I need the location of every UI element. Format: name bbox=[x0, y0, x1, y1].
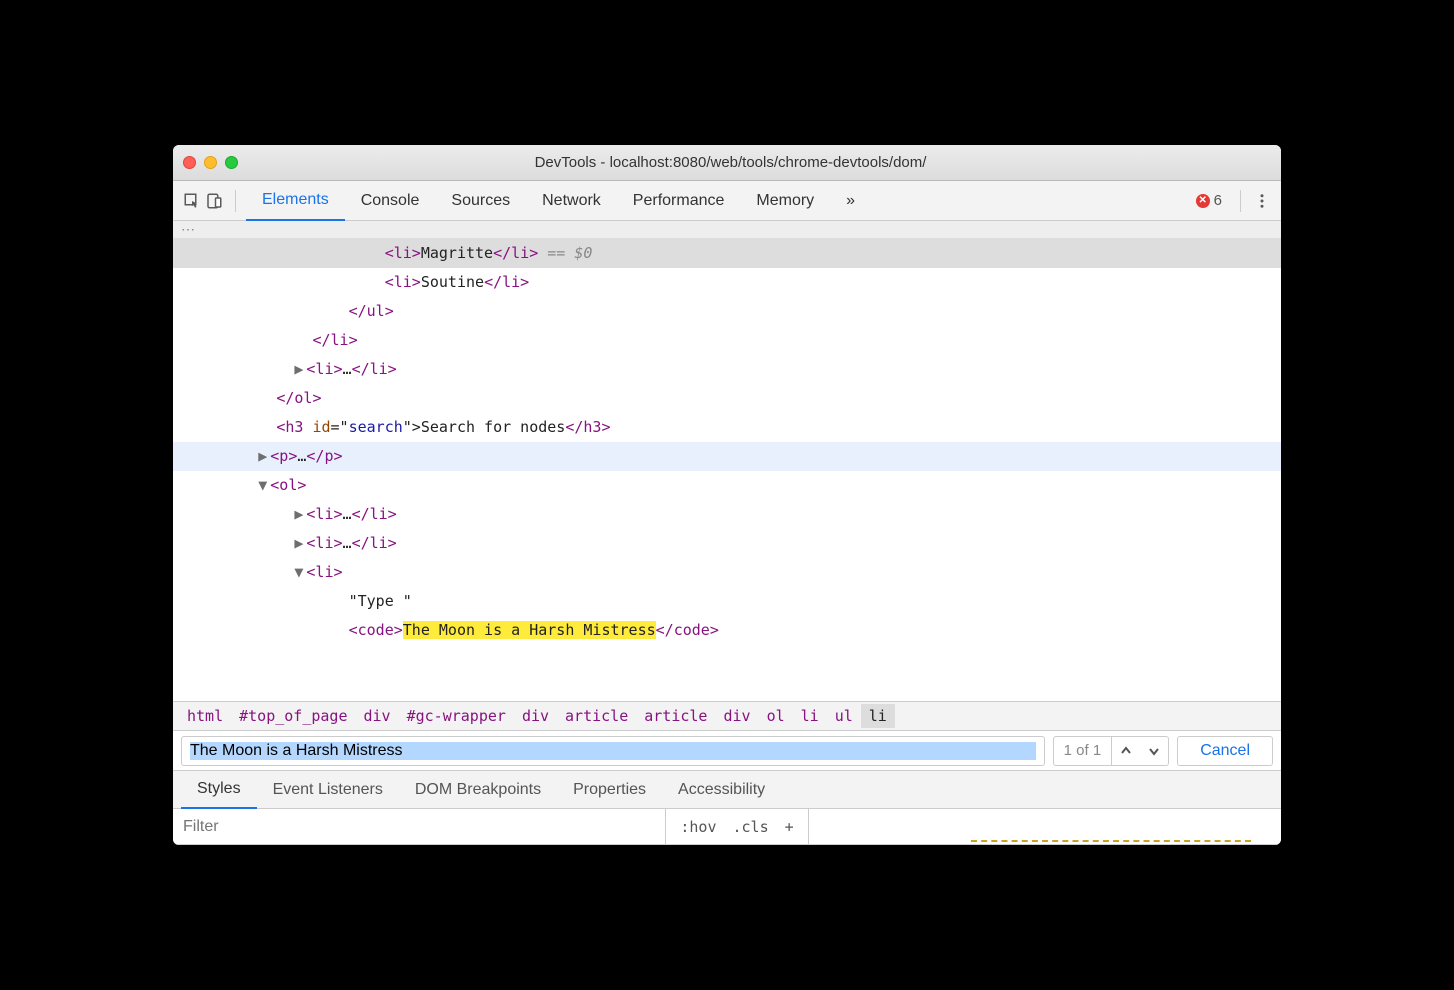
search-highlight: The Moon is a Harsh Mistress bbox=[403, 621, 656, 639]
separator bbox=[235, 190, 236, 212]
error-count: 6 bbox=[1214, 192, 1222, 209]
tab-memory[interactable]: Memory bbox=[740, 181, 830, 221]
separator bbox=[1240, 190, 1241, 212]
tab-performance[interactable]: Performance bbox=[617, 181, 741, 221]
dom-node[interactable]: </li> bbox=[173, 326, 1281, 355]
search-input-container bbox=[181, 736, 1045, 766]
tab-console[interactable]: Console bbox=[345, 181, 436, 221]
subtab-accessibility[interactable]: Accessibility bbox=[662, 771, 781, 809]
computed-pane bbox=[808, 809, 1281, 844]
dom-node[interactable]: </ul> bbox=[173, 297, 1281, 326]
breadcrumb-item[interactable]: #gc-wrapper bbox=[399, 704, 514, 728]
minimize-window-button[interactable] bbox=[204, 156, 217, 169]
collapse-arrow-icon[interactable]: ▼ bbox=[258, 471, 270, 500]
styles-tab-bar: Styles Event Listeners DOM Breakpoints P… bbox=[173, 771, 1281, 809]
dom-text-node[interactable]: "Type " bbox=[173, 587, 1281, 616]
breadcrumb-item[interactable]: div bbox=[356, 704, 399, 728]
breadcrumb-item[interactable]: html bbox=[179, 704, 231, 728]
new-rule-button[interactable]: + bbox=[777, 818, 802, 836]
expand-arrow-icon[interactable]: ▶ bbox=[294, 529, 306, 558]
dom-node-expanded[interactable]: ▼<ol> bbox=[173, 471, 1281, 500]
styles-filter-row: :hov .cls + bbox=[173, 809, 1281, 845]
titlebar: DevTools - localhost:8080/web/tools/chro… bbox=[173, 145, 1281, 181]
tab-network[interactable]: Network bbox=[526, 181, 617, 221]
box-model-hint bbox=[971, 840, 1251, 845]
window-title: DevTools - localhost:8080/web/tools/chro… bbox=[250, 154, 1211, 171]
dom-node[interactable]: </ol> bbox=[173, 384, 1281, 413]
expand-arrow-icon[interactable]: ▶ bbox=[294, 500, 306, 529]
tab-overflow[interactable]: » bbox=[830, 181, 871, 221]
subtab-styles[interactable]: Styles bbox=[181, 771, 257, 809]
breadcrumb-item[interactable]: article bbox=[557, 704, 636, 728]
kebab-menu-icon[interactable] bbox=[1251, 190, 1273, 212]
expand-arrow-icon[interactable]: ▶ bbox=[258, 442, 270, 471]
dom-node-collapsed[interactable]: ▶<li>…</li> bbox=[173, 500, 1281, 529]
devtools-window: DevTools - localhost:8080/web/tools/chro… bbox=[173, 145, 1281, 845]
dom-tree[interactable]: <li>Magritte</li> == $0 <li>Soutine</li>… bbox=[173, 239, 1281, 701]
dom-node-collapsed[interactable]: ▶<li>…</li> bbox=[173, 529, 1281, 558]
dom-node-expanded[interactable]: ▼<li> bbox=[173, 558, 1281, 587]
main-tab-bar: Elements Console Sources Network Perform… bbox=[173, 181, 1281, 221]
error-icon: ✕ bbox=[1196, 194, 1210, 208]
search-nav: 1 of 1 bbox=[1053, 736, 1170, 766]
styles-toggles: :hov .cls + bbox=[665, 809, 807, 844]
search-prev-button[interactable] bbox=[1112, 746, 1140, 756]
search-result-count: 1 of 1 bbox=[1054, 737, 1113, 765]
window-controls bbox=[183, 156, 238, 169]
collapse-arrow-icon[interactable]: ▼ bbox=[294, 558, 306, 587]
dom-node-selected[interactable]: <li>Magritte</li> == $0 bbox=[173, 239, 1281, 268]
dom-node[interactable]: <li>Soutine</li> bbox=[173, 268, 1281, 297]
tab-elements[interactable]: Elements bbox=[246, 181, 345, 221]
subtab-properties[interactable]: Properties bbox=[557, 771, 662, 809]
search-next-button[interactable] bbox=[1140, 746, 1168, 756]
tab-sources[interactable]: Sources bbox=[435, 181, 526, 221]
search-cancel-button[interactable]: Cancel bbox=[1177, 736, 1273, 766]
close-window-button[interactable] bbox=[183, 156, 196, 169]
dom-node[interactable]: <h3 id="search">Search for nodes</h3> bbox=[173, 413, 1281, 442]
breadcrumb-item[interactable]: #top_of_page bbox=[231, 704, 355, 728]
breadcrumb-item-selected[interactable]: li bbox=[861, 704, 895, 728]
dom-node-collapsed[interactable]: ▶<li>…</li> bbox=[173, 355, 1281, 384]
breadcrumb-item[interactable]: ol bbox=[759, 704, 793, 728]
device-toolbar-icon[interactable] bbox=[203, 190, 225, 212]
search-bar: 1 of 1 Cancel bbox=[173, 731, 1281, 771]
subtab-dom-breakpoints[interactable]: DOM Breakpoints bbox=[399, 771, 557, 809]
error-count-badge[interactable]: ✕ 6 bbox=[1196, 192, 1222, 209]
breadcrumb-item[interactable]: div bbox=[514, 704, 557, 728]
breadcrumb-item[interactable]: li bbox=[793, 704, 827, 728]
breadcrumb-bar: html #top_of_page div #gc-wrapper div ar… bbox=[173, 701, 1281, 731]
maximize-window-button[interactable] bbox=[225, 156, 238, 169]
inspect-element-icon[interactable] bbox=[181, 190, 203, 212]
hov-toggle[interactable]: :hov bbox=[672, 818, 724, 836]
breadcrumb-item[interactable]: div bbox=[715, 704, 758, 728]
styles-filter-input[interactable] bbox=[183, 818, 655, 836]
subtab-event-listeners[interactable]: Event Listeners bbox=[257, 771, 399, 809]
search-input[interactable] bbox=[190, 742, 1036, 760]
expand-arrow-icon[interactable]: ▶ bbox=[294, 355, 306, 384]
breadcrumb-item[interactable]: article bbox=[636, 704, 715, 728]
cls-toggle[interactable]: .cls bbox=[724, 818, 776, 836]
styles-filter-container bbox=[173, 809, 665, 844]
breadcrumb-item[interactable]: ul bbox=[827, 704, 861, 728]
dom-node-hover[interactable]: ▶<p>…</p> bbox=[173, 442, 1281, 471]
context-bar[interactable]: ⋯ bbox=[173, 221, 1281, 239]
context-dots: ⋯ bbox=[181, 221, 197, 238]
dom-node[interactable]: <code>The Moon is a Harsh Mistress</code… bbox=[173, 616, 1281, 645]
